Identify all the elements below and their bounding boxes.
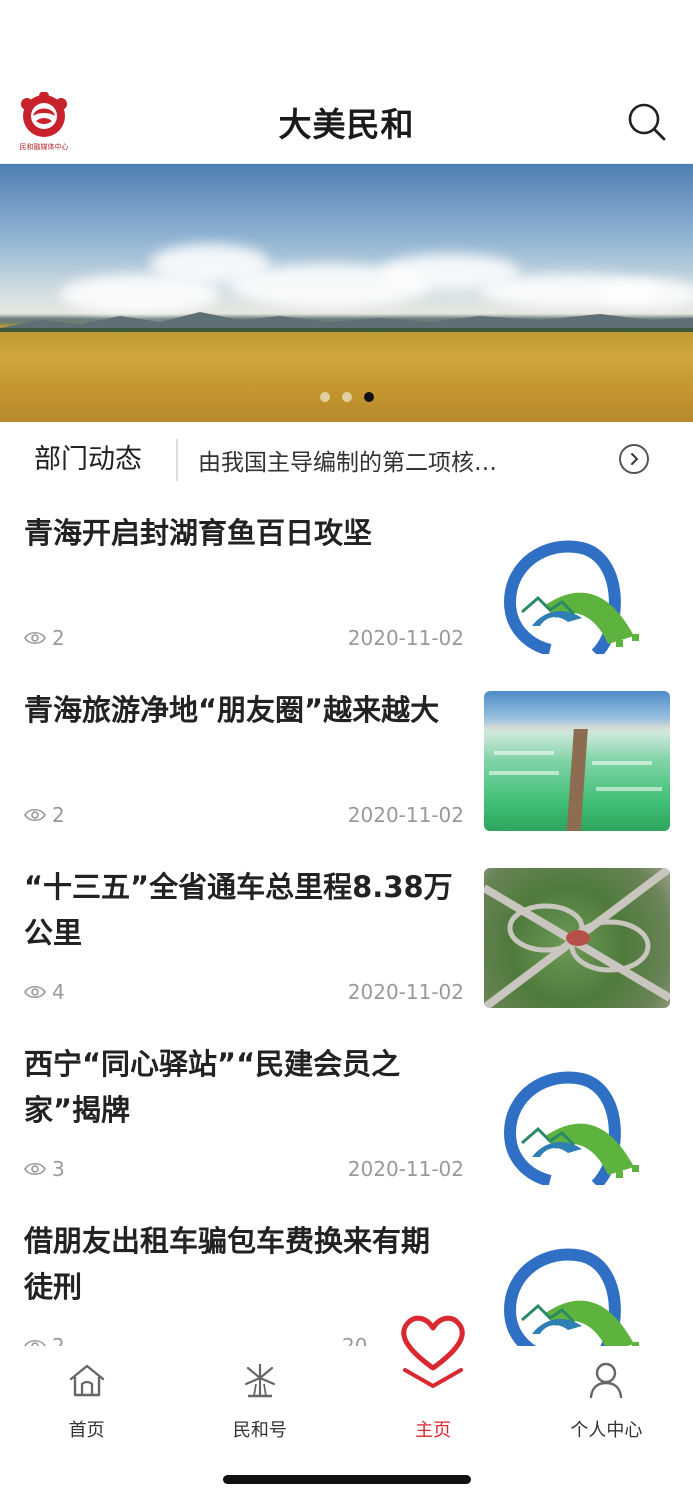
news-item[interactable]: 青海旅游净地“朋友圈”越来越大 2 2020-11-02 bbox=[0, 675, 693, 852]
news-meta: 2 2020-11-02 bbox=[24, 626, 464, 652]
eye-icon bbox=[24, 985, 46, 999]
tab-label: 主页 bbox=[415, 1420, 452, 1441]
carousel-indicators bbox=[319, 392, 374, 402]
tab-label: 个人中心 bbox=[570, 1420, 643, 1441]
news-item[interactable]: “十三五”全省通车总里程8.38万公里 4 2020-11-02 bbox=[0, 852, 693, 1029]
carousel-dot[interactable] bbox=[319, 392, 330, 402]
road-logo-icon bbox=[484, 514, 670, 654]
news-item[interactable]: 西宁“同心驿站”“民建会员之家”揭牌 3 2020-11-02 bbox=[0, 1029, 693, 1206]
news-item[interactable]: 青海开启封湖育鱼百日攻坚 2 2020-11-02 bbox=[0, 498, 693, 675]
news-thumbnail[interactable] bbox=[484, 1222, 670, 1346]
tab-main[interactable]: 主页 bbox=[347, 1315, 520, 1454]
page-title: 大美民和 bbox=[278, 104, 415, 144]
ticker-headline[interactable]: 由我国主导编制的第二项核… bbox=[178, 443, 693, 477]
status-bar bbox=[0, 0, 693, 80]
road-logo-icon bbox=[484, 1222, 670, 1346]
view-count-value: 3 bbox=[52, 1157, 65, 1181]
news-meta: 2 2020-11-02 bbox=[24, 803, 464, 829]
tab-label: 首页 bbox=[68, 1420, 105, 1441]
view-count: 2 bbox=[24, 626, 65, 650]
news-thumbnail[interactable] bbox=[484, 868, 670, 1008]
news-thumbnail[interactable] bbox=[484, 691, 670, 831]
eye-icon bbox=[24, 808, 46, 822]
tab-label: 民和号 bbox=[232, 1420, 287, 1441]
view-count-value: 4 bbox=[52, 980, 65, 1004]
news-title[interactable]: 借朋友出租车骗包车费换来有期徒刑 bbox=[24, 1218, 454, 1310]
news-meta: 3 2020-11-02 bbox=[24, 1157, 464, 1183]
carousel-dot[interactable] bbox=[341, 392, 352, 402]
user-icon bbox=[590, 1362, 623, 1399]
banner-carousel[interactable] bbox=[0, 164, 693, 422]
view-count: 2 bbox=[24, 1334, 65, 1346]
home-indicator[interactable] bbox=[222, 1475, 471, 1484]
road-logo-icon bbox=[484, 1045, 670, 1185]
ticker-label: 部门动态 bbox=[0, 439, 178, 481]
news-date: 2020-11-02 bbox=[347, 803, 464, 827]
app-logo: 民和融媒体中心 bbox=[12, 92, 76, 154]
news-list: 青海开启封湖育鱼百日攻坚 2 2020-11-02 青海旅游净地“朋友圈”越来越… bbox=[0, 498, 693, 1346]
view-count: 4 bbox=[24, 980, 65, 1004]
heart-icon bbox=[401, 1315, 465, 1388]
news-item[interactable]: 借朋友出租车骗包车费换来有期徒刑 2 20 bbox=[0, 1206, 693, 1346]
news-meta: 4 2020-11-02 bbox=[24, 980, 464, 1006]
view-count-value: 2 bbox=[52, 803, 65, 827]
news-title[interactable]: 青海旅游净地“朋友圈”越来越大 bbox=[24, 687, 454, 733]
view-count-value: 2 bbox=[52, 626, 65, 650]
tab-profile[interactable]: 个人中心 bbox=[520, 1346, 693, 1454]
news-title[interactable]: “十三五”全省通车总里程8.38万公里 bbox=[24, 864, 454, 956]
tab-home[interactable]: 首页 bbox=[0, 1346, 173, 1454]
news-thumbnail[interactable] bbox=[484, 514, 670, 654]
eye-icon bbox=[24, 631, 46, 645]
search-icon[interactable] bbox=[627, 102, 667, 142]
mountains-silhouette bbox=[0, 312, 693, 332]
logo-text: 民和融媒体中心 bbox=[19, 143, 69, 151]
tab-minhe-account[interactable]: 民和号 bbox=[173, 1346, 346, 1454]
news-title[interactable]: 西宁“同心驿站”“民建会员之家”揭牌 bbox=[24, 1041, 454, 1133]
department-news-ticker[interactable]: 部门动态 由我国主导编制的第二项核… bbox=[0, 422, 693, 498]
news-thumbnail[interactable] bbox=[484, 1045, 670, 1185]
bottom-tab-bar: 首页 民和号 主页 个人中心 bbox=[0, 1315, 693, 1454]
view-count: 3 bbox=[24, 1157, 65, 1181]
news-date: 2020-11-02 bbox=[347, 626, 464, 650]
eye-icon bbox=[24, 1339, 46, 1346]
app-header: 民和融媒体中心 大美民和 bbox=[0, 80, 693, 164]
news-date: 20 bbox=[342, 1334, 368, 1346]
news-title[interactable]: 青海开启封湖育鱼百日攻坚 bbox=[24, 510, 454, 556]
home-icon bbox=[69, 1364, 104, 1397]
eye-icon bbox=[24, 1162, 46, 1176]
windmill-icon bbox=[244, 1364, 275, 1398]
carousel-dot-active[interactable] bbox=[363, 392, 374, 402]
chevron-right-circle-icon[interactable] bbox=[619, 444, 649, 474]
news-date: 2020-11-02 bbox=[347, 980, 464, 1004]
view-count: 2 bbox=[24, 803, 65, 827]
minhe-media-logo-icon bbox=[21, 92, 67, 137]
news-date: 2020-11-02 bbox=[347, 1157, 464, 1181]
view-count-value: 2 bbox=[52, 1334, 65, 1346]
